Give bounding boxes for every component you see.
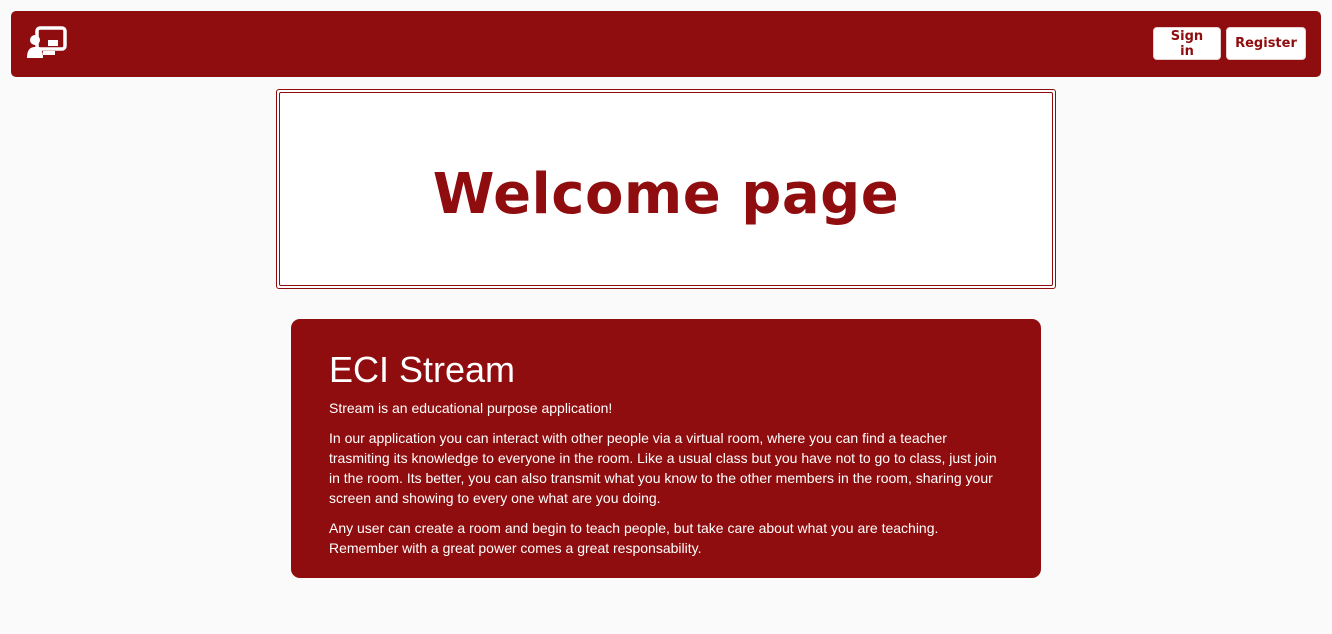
register-button[interactable]: Register xyxy=(1226,27,1306,60)
top-navbar: Sign in Register xyxy=(11,11,1321,77)
sign-in-button[interactable]: Sign in xyxy=(1153,27,1221,60)
about-paragraph-features: In our application you can interact with… xyxy=(329,430,997,506)
auth-actions: Sign in Register xyxy=(1153,27,1306,60)
about-paragraph-intro: Stream is an educational purpose applica… xyxy=(329,400,613,416)
teacher-presentation-icon[interactable] xyxy=(26,26,68,60)
about-paragraph-warning: Any user can create a room and begin to … xyxy=(329,520,939,556)
about-card: ECI Stream Stream is an educational purp… xyxy=(291,319,1041,578)
welcome-title: Welcome page xyxy=(432,162,900,227)
about-title: ECI Stream xyxy=(329,349,516,390)
